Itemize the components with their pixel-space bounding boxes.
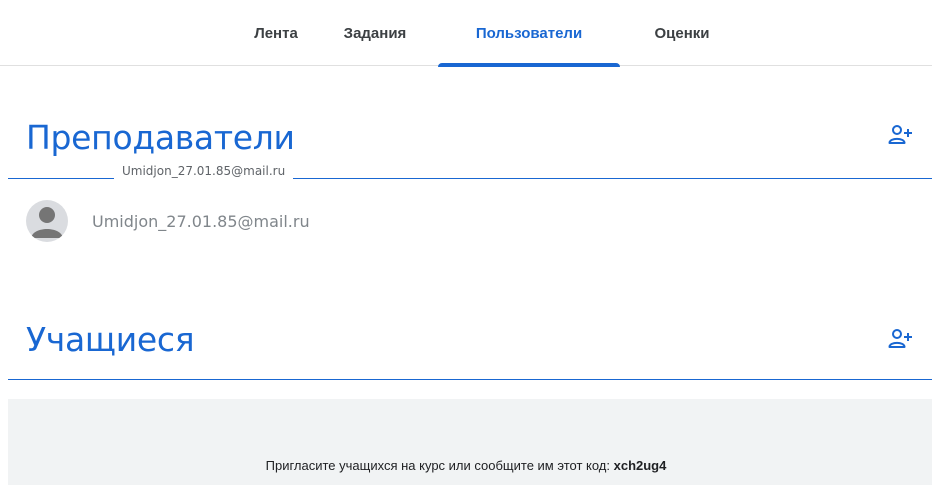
default-avatar-icon xyxy=(31,207,63,238)
class-code: xch2ug4 xyxy=(613,458,667,473)
tab-classwork[interactable]: Задания xyxy=(325,0,425,66)
teachers-heading: Преподаватели xyxy=(26,118,295,157)
tab-people-label: Пользователи xyxy=(475,24,583,42)
teacher-list-item[interactable]: Umidjon_27.01.85@mail.ru xyxy=(26,200,310,242)
students-heading: Учащиеся xyxy=(26,320,195,359)
person-add-icon[interactable] xyxy=(888,124,914,146)
tab-feed-label: Лента xyxy=(254,24,298,42)
avatar xyxy=(26,200,68,242)
tab-grades-label: Оценки xyxy=(654,24,710,42)
tab-feed[interactable]: Лента xyxy=(236,0,316,66)
active-tab-indicator xyxy=(438,63,620,67)
email-tooltip: Umidjon_27.01.85@mail.ru xyxy=(114,160,294,182)
tab-classwork-label: Задания xyxy=(343,24,407,42)
teacher-name: Umidjon_27.01.85@mail.ru xyxy=(92,211,310,231)
person-add-icon[interactable] xyxy=(888,328,914,350)
invite-text: Пригласите учащихся на курс или сообщите… xyxy=(265,458,614,473)
students-divider xyxy=(8,379,932,380)
tab-grades[interactable]: Оценки xyxy=(632,0,732,66)
tab-people[interactable]: Пользователи xyxy=(438,0,620,67)
top-tab-bar: Лента Задания Пользователи Оценки xyxy=(0,0,932,67)
invite-message: Пригласите учащихся на курс или сообщите… xyxy=(0,458,932,473)
